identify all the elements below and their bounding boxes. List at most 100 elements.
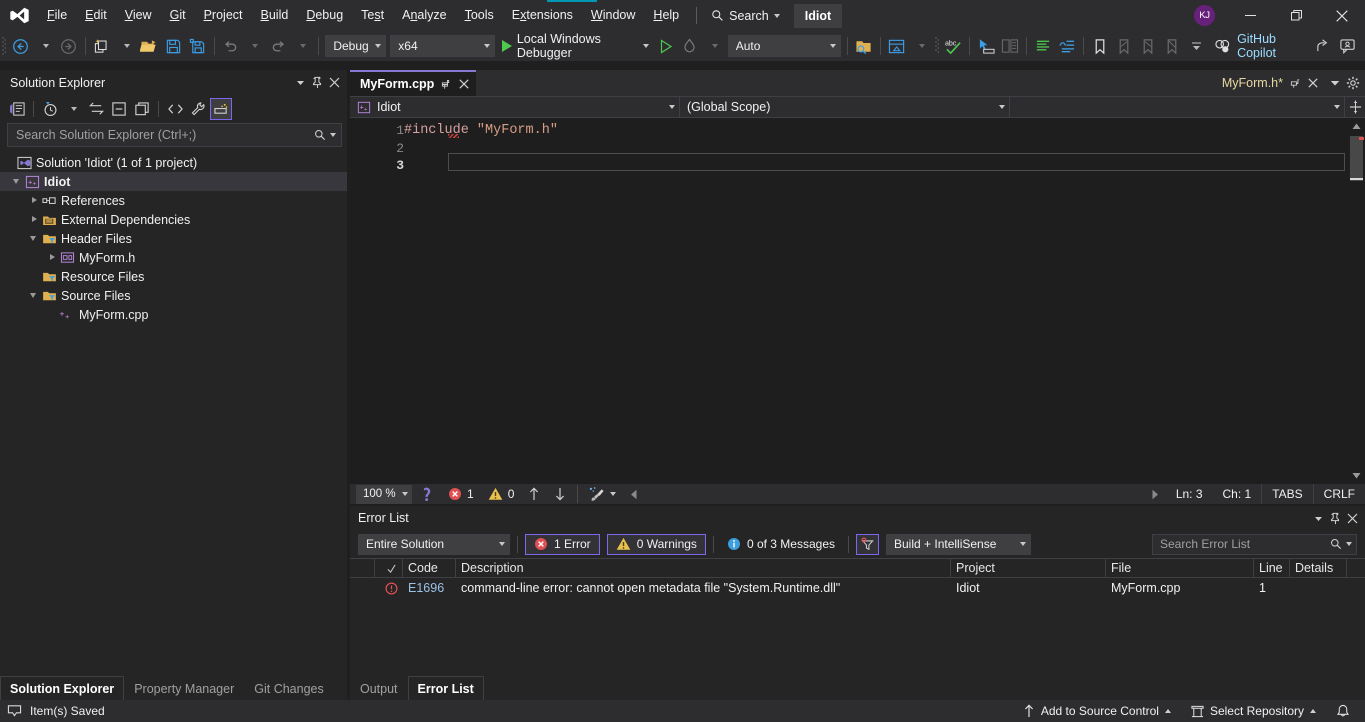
zoom-level-combo[interactable]: 100 % (356, 484, 412, 504)
intellisense-status-icon[interactable] (412, 484, 441, 504)
menu-project[interactable]: Project (195, 0, 252, 31)
search-error-list-input[interactable]: Search Error List (1152, 533, 1357, 555)
hot-reload-button[interactable] (678, 34, 702, 58)
tree-item-project-idiot[interactable]: + + Idiot (0, 172, 347, 191)
tree-item-external-dependencies[interactable]: External Dependencies (0, 210, 347, 229)
hot-reload-dropdown[interactable] (702, 34, 726, 58)
tab-output[interactable]: Output (350, 676, 408, 700)
avatar[interactable]: KJ (1194, 5, 1215, 26)
search-solution-explorer-input[interactable]: Search Solution Explorer (Ctrl+;) (7, 123, 342, 147)
show-all-files-icon[interactable] (131, 98, 153, 120)
select-repository-button[interactable]: Select Repository (1184, 700, 1323, 722)
close-panel-icon[interactable] (1344, 509, 1361, 527)
undo-dropdown[interactable] (242, 34, 266, 58)
menu-analyze[interactable]: Analyze (393, 0, 455, 31)
pin-tab-icon[interactable] (441, 79, 452, 90)
start-debugging-button[interactable]: Local Windows Debugger (497, 32, 654, 60)
tree-item-source-files[interactable]: Source Files (0, 286, 347, 305)
clear-bookmarks-icon[interactable] (1160, 34, 1184, 58)
warnings-filter-toggle[interactable]: 0 Warnings (606, 533, 706, 555)
collapse-all-icon[interactable] (108, 98, 130, 120)
filter-dropdown-icon[interactable] (62, 98, 84, 120)
twisty-collapsed-icon[interactable] (29, 210, 40, 229)
toolbox-dropdown[interactable] (909, 34, 933, 58)
navigate-backward-dropdown[interactable] (33, 34, 57, 58)
open-file-button[interactable] (138, 34, 162, 58)
toolbar-overflow-button[interactable] (1184, 34, 1208, 58)
line-ending-indicator[interactable]: CRLF (1312, 484, 1365, 504)
code-text-area[interactable]: 1 2 3 #include "MyForm.h" (350, 118, 1365, 484)
menu-edit[interactable]: Edit (76, 0, 116, 31)
tab-solution-explorer[interactable]: Solution Explorer (0, 676, 125, 700)
solution-explorer-home-icon[interactable] (6, 98, 28, 120)
document-tab-myform-cpp[interactable]: MyForm.cpp (350, 70, 477, 96)
column-header-blank[interactable] (350, 558, 375, 578)
column-header-details[interactable]: Details (1290, 558, 1347, 578)
editor-vertical-scrollbar[interactable] (1348, 118, 1365, 484)
select-element-icon[interactable] (974, 34, 998, 58)
sync-with-active-document-icon[interactable] (85, 98, 107, 120)
next-bookmark-icon[interactable] (1136, 34, 1160, 58)
menu-debug[interactable]: Debug (297, 0, 352, 31)
search-solution-icon[interactable] (852, 34, 876, 58)
column-header-sort-icon[interactable] (375, 558, 403, 578)
tab-property-manager[interactable]: Property Manager (124, 676, 244, 700)
tab-git-changes[interactable]: Git Changes (244, 676, 333, 700)
properties-wrench-icon[interactable] (187, 98, 209, 120)
tree-item-header-files[interactable]: Header Files (0, 229, 347, 248)
filter-errors-icon[interactable] (856, 533, 879, 555)
menu-window[interactable]: Window (582, 0, 644, 31)
tab-list-dropdown-icon[interactable] (1330, 78, 1340, 88)
solution-name-badge[interactable]: Idiot (793, 3, 843, 28)
scroll-left-button[interactable] (623, 484, 645, 504)
twisty-expanded-icon[interactable] (12, 172, 23, 191)
column-header-project[interactable]: Project (951, 558, 1106, 578)
uncomment-lines-icon[interactable] (1055, 34, 1079, 58)
tree-item-references[interactable]: References (0, 191, 347, 210)
tab-error-list[interactable]: Error List (407, 676, 484, 700)
pin-tab-icon[interactable] (1290, 78, 1301, 89)
scrollbar-thumb[interactable] (1350, 136, 1363, 181)
close-panel-icon[interactable] (326, 74, 343, 92)
navigate-forward-button[interactable] (57, 34, 81, 58)
tree-item-resource-files[interactable]: Resource Files (0, 267, 347, 286)
menu-extensions[interactable]: Extensions (503, 0, 582, 31)
menu-tools[interactable]: Tools (456, 0, 503, 31)
twisty-collapsed-icon[interactable] (47, 248, 58, 267)
save-all-button[interactable] (186, 34, 210, 58)
tabs-mode-indicator[interactable]: TABS (1261, 484, 1312, 504)
save-button[interactable] (162, 34, 186, 58)
previous-bookmark-icon[interactable] (1112, 34, 1136, 58)
close-preview-tab-icon[interactable] (1308, 78, 1318, 88)
preview-selected-items-icon[interactable] (210, 97, 232, 120)
scroll-down-arrow[interactable] (1348, 467, 1365, 484)
minimize-button[interactable] (1227, 0, 1273, 31)
tree-item-solution[interactable]: Solution 'Idiot' (1 of 1 project) (0, 153, 347, 172)
tree-item-myform-h[interactable]: MyForm.h (0, 248, 347, 267)
restore-button[interactable] (1273, 0, 1319, 31)
column-header-code[interactable]: Code (403, 558, 456, 578)
compare-files-icon[interactable] (998, 34, 1022, 58)
twisty-collapsed-icon[interactable] (29, 191, 40, 210)
share-icon[interactable] (1311, 34, 1335, 58)
solution-configuration-combo[interactable]: Debug (325, 35, 387, 57)
notifications-button[interactable] (1329, 700, 1357, 722)
column-header-line[interactable]: Line (1254, 558, 1290, 578)
close-tab-icon[interactable] (459, 79, 469, 89)
project-scope-combo[interactable]: + + Idiot (350, 97, 680, 117)
toggle-bookmark-icon[interactable] (1088, 34, 1112, 58)
comment-lines-icon[interactable] (1031, 34, 1055, 58)
toolbar-grip[interactable] (0, 31, 9, 61)
pin-icon[interactable] (309, 74, 326, 92)
errors-filter-toggle[interactable]: 1 Error (525, 533, 600, 555)
twisty-expanded-icon[interactable] (29, 286, 40, 305)
pending-changes-filter-icon[interactable] (39, 98, 61, 120)
debug-target-combo[interactable]: Auto (727, 35, 841, 57)
menu-view[interactable]: View (116, 0, 161, 31)
undo-button[interactable] (218, 34, 242, 58)
scope-filter-combo[interactable]: Entire Solution (358, 533, 510, 555)
build-intellisense-combo[interactable]: Build + IntelliSense (886, 533, 1031, 555)
error-count-indicator[interactable]: 1 (441, 484, 481, 504)
menu-build[interactable]: Build (252, 0, 298, 31)
code-cleanup-button[interactable] (582, 484, 623, 504)
